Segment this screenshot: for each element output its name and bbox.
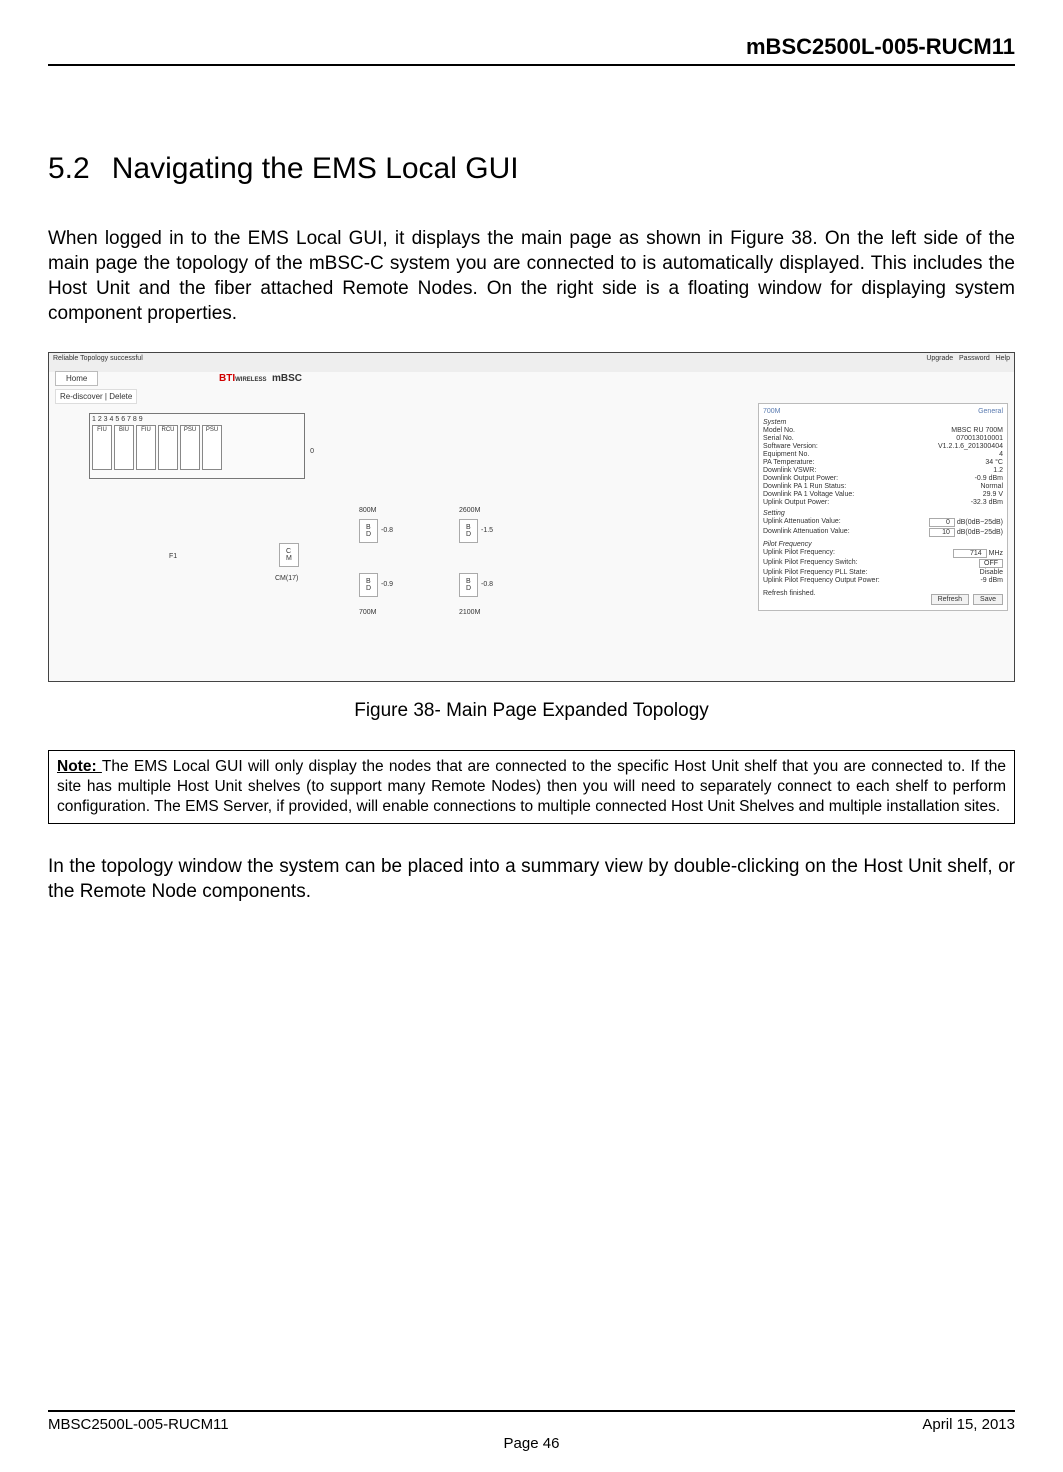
topo-band-2100: 2100M bbox=[459, 609, 480, 616]
topo-cm-label: CM(17) bbox=[275, 575, 298, 582]
note-label: Note: bbox=[57, 758, 102, 775]
shelf-slot[interactable]: BIU bbox=[114, 425, 134, 470]
footer-right: April 15, 2013 bbox=[922, 1416, 1015, 1433]
footer-page-number: Page 46 bbox=[48, 1435, 1015, 1452]
panel-title: 700M bbox=[763, 408, 781, 415]
figure-caption: Figure 38- Main Page Expanded Topology bbox=[48, 700, 1015, 722]
fig-link-upgrade[interactable]: Upgrade bbox=[926, 355, 953, 362]
panel-section-pilot: Pilot Frequency bbox=[763, 541, 1003, 548]
fig-logo: BTIWIRELESS mBSC bbox=[219, 373, 302, 384]
pilot-switch-select[interactable]: OFF bbox=[979, 559, 1003, 568]
topo-label-f1: F1 bbox=[169, 553, 177, 560]
topo-band-2600: 2600M bbox=[459, 507, 480, 514]
pilot-freq-input[interactable]: 714 bbox=[953, 549, 987, 558]
topo-val-700: -0.9 bbox=[381, 581, 393, 588]
fig-shelf[interactable]: 1 2 3 4 5 6 7 8 9 FIU BIU FIU RCU PSU PS… bbox=[89, 413, 305, 479]
panel-section-system: System bbox=[763, 419, 1003, 426]
follow-paragraph: In the topology window the system can be… bbox=[48, 854, 1015, 904]
shelf-slot[interactable]: RCU bbox=[158, 425, 178, 470]
fig-logo-bti: BTI bbox=[219, 373, 235, 384]
fig-toolbar[interactable]: Re-discover | Delete bbox=[55, 389, 137, 404]
topo-band-700: 700M bbox=[359, 609, 377, 616]
section-title-text: Navigating the EMS Local GUI bbox=[112, 152, 519, 185]
topo-node-bd-800[interactable]: BD bbox=[359, 519, 378, 543]
fig-link-help[interactable]: Help bbox=[996, 355, 1010, 362]
header-divider bbox=[48, 64, 1015, 66]
topo-node-bd-2100[interactable]: BD bbox=[459, 573, 478, 597]
panel-section-setting: Setting bbox=[763, 510, 1003, 517]
section-number: 5.2 bbox=[48, 152, 90, 185]
topo-node-bd-700[interactable]: BD bbox=[359, 573, 378, 597]
fig-topbar-status: Reliable Topology successful bbox=[53, 355, 143, 370]
note-text: The EMS Local GUI will only display the … bbox=[57, 758, 1006, 815]
topo-val-800: -0.8 bbox=[381, 527, 393, 534]
shelf-slot[interactable]: PSU bbox=[180, 425, 200, 470]
header-doc-code: mBSC2500L-005-RUCM11 bbox=[48, 34, 1015, 60]
fig-properties-panel: 700MGeneral System Model No.MBSC RU 700M… bbox=[758, 403, 1008, 611]
panel-status-text: Refresh finished. bbox=[763, 590, 816, 605]
uplink-atten-input[interactable]: 0 bbox=[929, 518, 955, 527]
shelf-slot[interactable]: PSU bbox=[202, 425, 222, 470]
section-heading: 5.2 Navigating the EMS Local GUI bbox=[48, 152, 1015, 186]
footer-divider bbox=[48, 1410, 1015, 1412]
fig-logo-brand: mBSC bbox=[272, 373, 302, 384]
shelf-slot[interactable]: FIU bbox=[136, 425, 156, 470]
fig-link-password[interactable]: Password bbox=[959, 355, 990, 362]
panel-tab-general[interactable]: General bbox=[978, 408, 1003, 415]
topo-val-2600: -1.5 bbox=[481, 527, 493, 534]
topo-node-bd-2600[interactable]: BD bbox=[459, 519, 478, 543]
fig-tab-home[interactable]: Home bbox=[55, 371, 98, 386]
topo-band-800: 800M bbox=[359, 507, 377, 514]
save-button[interactable]: Save bbox=[973, 594, 1003, 605]
figure-screenshot: Reliable Topology successful Upgrade Pas… bbox=[48, 352, 1015, 682]
topo-node-cm[interactable]: CM bbox=[279, 543, 299, 567]
shelf-slot[interactable]: FIU bbox=[92, 425, 112, 470]
refresh-button[interactable]: Refresh bbox=[931, 594, 970, 605]
downlink-atten-input[interactable]: 10 bbox=[929, 528, 955, 537]
note-box: Note: The EMS Local GUI will only displa… bbox=[48, 750, 1015, 823]
footer-left: MBSC2500L-005-RUCM11 bbox=[48, 1416, 229, 1433]
shelf-label-0: 0 bbox=[310, 448, 314, 455]
topo-val-2100: -0.8 bbox=[481, 581, 493, 588]
fig-topology: F1 CM CM(17) 800M BD -0.8 BD -0.9 700M 2… bbox=[269, 513, 569, 633]
fig-shelf-numbers: 1 2 3 4 5 6 7 8 9 bbox=[92, 416, 302, 423]
intro-paragraph: When logged in to the EMS Local GUI, it … bbox=[48, 226, 1015, 326]
